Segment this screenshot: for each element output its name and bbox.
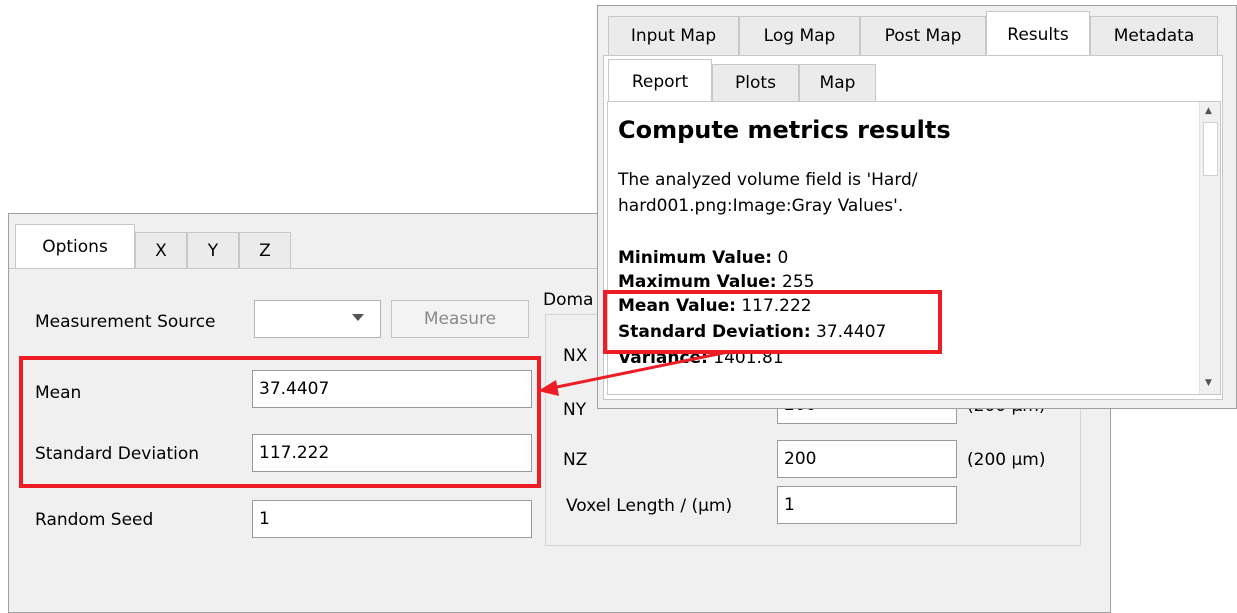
ny-label: NY — [563, 400, 587, 420]
subtab-plots[interactable]: Plots — [712, 64, 799, 102]
tab-z[interactable]: Z — [239, 232, 291, 269]
scroll-down-icon[interactable]: ▼ — [1205, 378, 1212, 388]
subtab-report[interactable]: Report — [608, 59, 712, 103]
nz-field[interactable]: 200 — [777, 440, 957, 478]
scroll-up-icon[interactable]: ▲ — [1205, 106, 1212, 116]
tab-post-map[interactable]: Post Map — [860, 16, 986, 56]
results-stats-highlight — [603, 290, 942, 354]
report-desc-line1: The analyzed volume field is 'Hard/ — [618, 170, 918, 190]
tab-options[interactable]: Options — [15, 224, 135, 269]
nz-label: NZ — [563, 450, 588, 470]
tab-results[interactable]: Results — [986, 11, 1090, 57]
tab-y[interactable]: Y — [187, 232, 239, 269]
stat-min: Minimum Value: 0 — [618, 248, 789, 268]
subtab-map[interactable]: Map — [799, 64, 876, 102]
tab-x[interactable]: X — [135, 232, 187, 269]
seed-label: Random Seed — [35, 510, 154, 530]
measurement-source-label: Measurement Source — [35, 312, 216, 332]
tab-log-map[interactable]: Log Map — [739, 16, 860, 56]
report-title: Compute metrics results — [618, 116, 951, 144]
mean-std-highlight — [19, 356, 541, 488]
report-scrollbar[interactable]: ▲ ▼ — [1199, 102, 1220, 394]
domain-label: Doma — [543, 290, 594, 310]
voxel-length-label: Voxel Length / (μm) — [566, 496, 733, 516]
nx-label: NX — [563, 346, 588, 366]
tab-metadata[interactable]: Metadata — [1090, 16, 1218, 56]
voxel-length-field[interactable]: 1 — [777, 486, 957, 524]
report-desc-line2: hard001.png:Image:Gray Values'. — [618, 196, 904, 216]
seed-field[interactable]: 1 — [252, 500, 532, 538]
nz-unit: (200 μm) — [967, 450, 1046, 470]
chevron-down-icon — [352, 314, 364, 321]
measure-button[interactable]: Measure — [391, 300, 529, 338]
scroll-thumb[interactable] — [1203, 122, 1218, 176]
measurement-source-select[interactable] — [254, 300, 381, 338]
stat-max: Maximum Value: 255 — [618, 272, 815, 292]
tab-input-map[interactable]: Input Map — [608, 16, 739, 56]
